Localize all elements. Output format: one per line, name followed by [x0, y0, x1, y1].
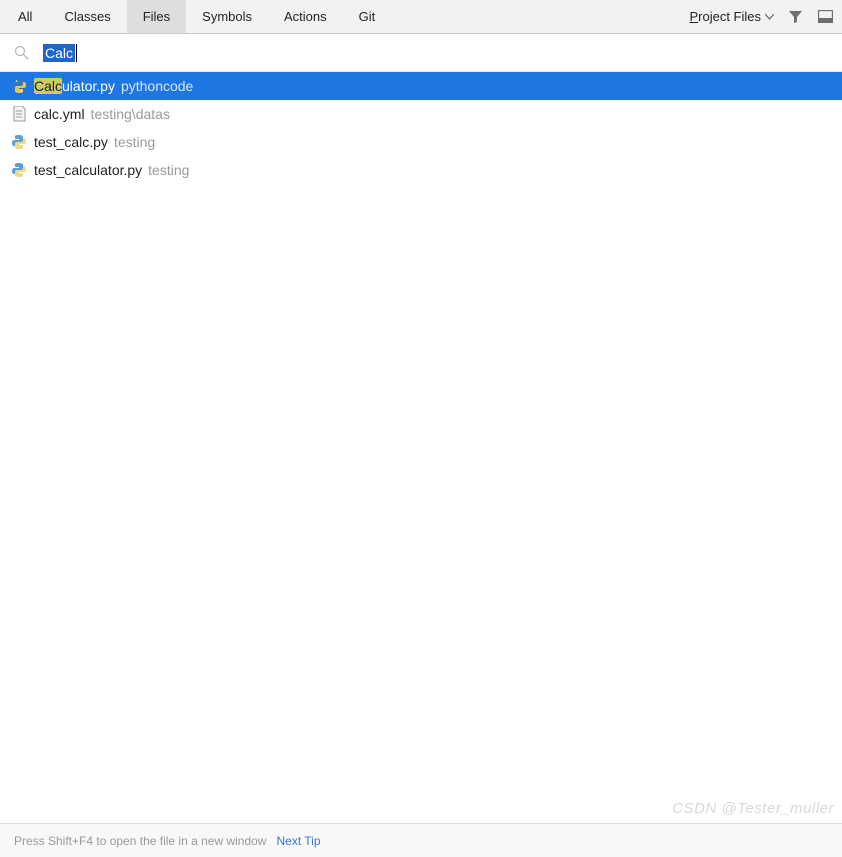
- result-row[interactable]: calc.yml testing\datas: [0, 100, 842, 128]
- result-row[interactable]: Calculator.py pythoncode: [0, 72, 842, 100]
- open-in-tool-window-icon[interactable]: [813, 5, 837, 29]
- search-tab-bar: All Classes Files Symbols Actions Git Pr…: [0, 0, 842, 34]
- result-path: testing: [148, 162, 189, 178]
- result-row[interactable]: test_calculator.py testing: [0, 156, 842, 184]
- result-filename: test_calculator.py: [34, 162, 142, 178]
- results-list: Calculator.py pythoncode calc.yml testin…: [0, 72, 842, 823]
- next-tip-link[interactable]: Next Tip: [276, 834, 320, 848]
- filter-icon[interactable]: [783, 5, 807, 29]
- python-file-icon: [10, 133, 28, 151]
- search-input[interactable]: Calc: [43, 44, 832, 62]
- result-path: testing\datas: [91, 106, 170, 122]
- python-file-icon: [10, 161, 28, 179]
- result-row[interactable]: test_calc.py testing: [0, 128, 842, 156]
- footer-hint: Press Shift+F4 to open the file in a new…: [14, 834, 266, 848]
- tab-classes[interactable]: Classes: [48, 0, 126, 33]
- tab-git[interactable]: Git: [343, 0, 392, 33]
- scope-selector[interactable]: Project Files: [683, 9, 780, 24]
- chevron-down-icon: [765, 14, 774, 20]
- tab-files[interactable]: Files: [127, 0, 186, 33]
- python-file-icon: [10, 77, 28, 95]
- tab-all[interactable]: All: [2, 0, 48, 33]
- result-path: pythoncode: [121, 78, 193, 94]
- result-path: testing: [114, 134, 155, 150]
- yml-file-icon: [10, 105, 28, 123]
- search-icon: [14, 45, 29, 60]
- search-row: Calc: [0, 34, 842, 72]
- footer-bar: Press Shift+F4 to open the file in a new…: [0, 823, 842, 857]
- result-filename: Calculator.py: [34, 78, 115, 94]
- tab-actions[interactable]: Actions: [268, 0, 343, 33]
- tab-symbols[interactable]: Symbols: [186, 0, 268, 33]
- result-filename: calc.yml: [34, 106, 85, 122]
- result-filename: test_calc.py: [34, 134, 108, 150]
